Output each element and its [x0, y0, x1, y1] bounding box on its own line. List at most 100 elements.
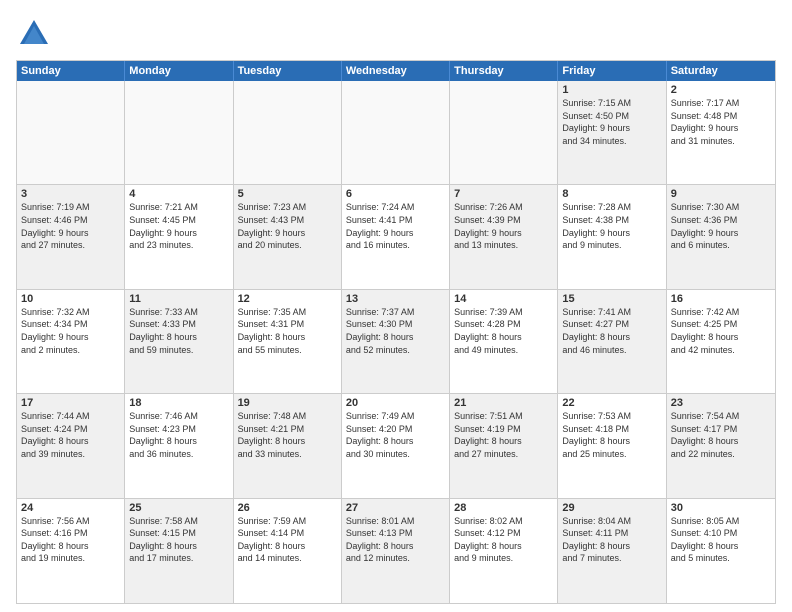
cal-cell-21: 21Sunrise: 7:51 AM Sunset: 4:19 PM Dayli…: [450, 394, 558, 497]
day-number: 1: [562, 84, 661, 96]
day-info: Sunrise: 7:33 AM Sunset: 4:33 PM Dayligh…: [129, 306, 228, 356]
cal-cell-9: 9Sunrise: 7:30 AM Sunset: 4:36 PM Daylig…: [667, 185, 775, 288]
cal-cell-2: 2Sunrise: 7:17 AM Sunset: 4:48 PM Daylig…: [667, 81, 775, 184]
day-info: Sunrise: 8:01 AM Sunset: 4:13 PM Dayligh…: [346, 515, 445, 565]
week-row-4: 24Sunrise: 7:56 AM Sunset: 4:16 PM Dayli…: [17, 499, 775, 603]
cal-cell-23: 23Sunrise: 7:54 AM Sunset: 4:17 PM Dayli…: [667, 394, 775, 497]
cal-cell-18: 18Sunrise: 7:46 AM Sunset: 4:23 PM Dayli…: [125, 394, 233, 497]
cal-cell-28: 28Sunrise: 8:02 AM Sunset: 4:12 PM Dayli…: [450, 499, 558, 603]
header-day-wednesday: Wednesday: [342, 61, 450, 81]
day-number: 14: [454, 293, 553, 305]
day-info: Sunrise: 7:23 AM Sunset: 4:43 PM Dayligh…: [238, 201, 337, 251]
header-day-monday: Monday: [125, 61, 233, 81]
day-info: Sunrise: 7:54 AM Sunset: 4:17 PM Dayligh…: [671, 410, 771, 460]
cal-cell-14: 14Sunrise: 7:39 AM Sunset: 4:28 PM Dayli…: [450, 290, 558, 393]
cal-cell-6: 6Sunrise: 7:24 AM Sunset: 4:41 PM Daylig…: [342, 185, 450, 288]
day-number: 27: [346, 502, 445, 514]
day-info: Sunrise: 8:05 AM Sunset: 4:10 PM Dayligh…: [671, 515, 771, 565]
day-info: Sunrise: 7:32 AM Sunset: 4:34 PM Dayligh…: [21, 306, 120, 356]
day-info: Sunrise: 7:37 AM Sunset: 4:30 PM Dayligh…: [346, 306, 445, 356]
day-number: 30: [671, 502, 771, 514]
calendar-body: 1Sunrise: 7:15 AM Sunset: 4:50 PM Daylig…: [17, 81, 775, 603]
day-number: 22: [562, 397, 661, 409]
day-number: 16: [671, 293, 771, 305]
day-number: 21: [454, 397, 553, 409]
day-number: 5: [238, 188, 337, 200]
day-number: 8: [562, 188, 661, 200]
week-row-3: 17Sunrise: 7:44 AM Sunset: 4:24 PM Dayli…: [17, 394, 775, 498]
day-info: Sunrise: 7:15 AM Sunset: 4:50 PM Dayligh…: [562, 97, 661, 147]
cal-cell-4: 4Sunrise: 7:21 AM Sunset: 4:45 PM Daylig…: [125, 185, 233, 288]
day-info: Sunrise: 7:48 AM Sunset: 4:21 PM Dayligh…: [238, 410, 337, 460]
day-number: 28: [454, 502, 553, 514]
cal-cell-16: 16Sunrise: 7:42 AM Sunset: 4:25 PM Dayli…: [667, 290, 775, 393]
day-number: 18: [129, 397, 228, 409]
day-number: 9: [671, 188, 771, 200]
logo-icon: [16, 16, 52, 52]
header-day-sunday: Sunday: [17, 61, 125, 81]
day-number: 17: [21, 397, 120, 409]
week-row-0: 1Sunrise: 7:15 AM Sunset: 4:50 PM Daylig…: [17, 81, 775, 185]
day-info: Sunrise: 7:53 AM Sunset: 4:18 PM Dayligh…: [562, 410, 661, 460]
cal-cell-17: 17Sunrise: 7:44 AM Sunset: 4:24 PM Dayli…: [17, 394, 125, 497]
cal-cell-7: 7Sunrise: 7:26 AM Sunset: 4:39 PM Daylig…: [450, 185, 558, 288]
header-day-saturday: Saturday: [667, 61, 775, 81]
week-row-1: 3Sunrise: 7:19 AM Sunset: 4:46 PM Daylig…: [17, 185, 775, 289]
cal-cell-empty-2: [234, 81, 342, 184]
day-info: Sunrise: 7:19 AM Sunset: 4:46 PM Dayligh…: [21, 201, 120, 251]
day-number: 23: [671, 397, 771, 409]
day-info: Sunrise: 7:35 AM Sunset: 4:31 PM Dayligh…: [238, 306, 337, 356]
header-day-thursday: Thursday: [450, 61, 558, 81]
cal-cell-5: 5Sunrise: 7:23 AM Sunset: 4:43 PM Daylig…: [234, 185, 342, 288]
day-number: 7: [454, 188, 553, 200]
cal-cell-empty-3: [342, 81, 450, 184]
logo: [16, 16, 56, 52]
week-row-2: 10Sunrise: 7:32 AM Sunset: 4:34 PM Dayli…: [17, 290, 775, 394]
day-number: 2: [671, 84, 771, 96]
day-number: 24: [21, 502, 120, 514]
day-info: Sunrise: 7:26 AM Sunset: 4:39 PM Dayligh…: [454, 201, 553, 251]
day-info: Sunrise: 8:02 AM Sunset: 4:12 PM Dayligh…: [454, 515, 553, 565]
day-info: Sunrise: 7:46 AM Sunset: 4:23 PM Dayligh…: [129, 410, 228, 460]
day-info: Sunrise: 7:42 AM Sunset: 4:25 PM Dayligh…: [671, 306, 771, 356]
day-info: Sunrise: 7:30 AM Sunset: 4:36 PM Dayligh…: [671, 201, 771, 251]
cal-cell-22: 22Sunrise: 7:53 AM Sunset: 4:18 PM Dayli…: [558, 394, 666, 497]
day-number: 26: [238, 502, 337, 514]
calendar: SundayMondayTuesdayWednesdayThursdayFrid…: [16, 60, 776, 604]
header: [16, 16, 776, 52]
cal-cell-13: 13Sunrise: 7:37 AM Sunset: 4:30 PM Dayli…: [342, 290, 450, 393]
day-info: Sunrise: 7:51 AM Sunset: 4:19 PM Dayligh…: [454, 410, 553, 460]
cal-cell-26: 26Sunrise: 7:59 AM Sunset: 4:14 PM Dayli…: [234, 499, 342, 603]
day-number: 6: [346, 188, 445, 200]
day-number: 19: [238, 397, 337, 409]
cal-cell-29: 29Sunrise: 8:04 AM Sunset: 4:11 PM Dayli…: [558, 499, 666, 603]
cal-cell-20: 20Sunrise: 7:49 AM Sunset: 4:20 PM Dayli…: [342, 394, 450, 497]
header-day-tuesday: Tuesday: [234, 61, 342, 81]
day-number: 4: [129, 188, 228, 200]
day-info: Sunrise: 7:28 AM Sunset: 4:38 PM Dayligh…: [562, 201, 661, 251]
day-number: 3: [21, 188, 120, 200]
day-info: Sunrise: 8:04 AM Sunset: 4:11 PM Dayligh…: [562, 515, 661, 565]
cal-cell-27: 27Sunrise: 8:01 AM Sunset: 4:13 PM Dayli…: [342, 499, 450, 603]
day-number: 11: [129, 293, 228, 305]
calendar-header: SundayMondayTuesdayWednesdayThursdayFrid…: [17, 61, 775, 81]
day-info: Sunrise: 7:49 AM Sunset: 4:20 PM Dayligh…: [346, 410, 445, 460]
cal-cell-25: 25Sunrise: 7:58 AM Sunset: 4:15 PM Dayli…: [125, 499, 233, 603]
day-info: Sunrise: 7:56 AM Sunset: 4:16 PM Dayligh…: [21, 515, 120, 565]
day-info: Sunrise: 7:44 AM Sunset: 4:24 PM Dayligh…: [21, 410, 120, 460]
cal-cell-30: 30Sunrise: 8:05 AM Sunset: 4:10 PM Dayli…: [667, 499, 775, 603]
cal-cell-19: 19Sunrise: 7:48 AM Sunset: 4:21 PM Dayli…: [234, 394, 342, 497]
day-number: 20: [346, 397, 445, 409]
day-info: Sunrise: 7:59 AM Sunset: 4:14 PM Dayligh…: [238, 515, 337, 565]
page: SundayMondayTuesdayWednesdayThursdayFrid…: [0, 0, 792, 612]
cal-cell-15: 15Sunrise: 7:41 AM Sunset: 4:27 PM Dayli…: [558, 290, 666, 393]
day-number: 25: [129, 502, 228, 514]
day-number: 15: [562, 293, 661, 305]
day-info: Sunrise: 7:21 AM Sunset: 4:45 PM Dayligh…: [129, 201, 228, 251]
day-number: 10: [21, 293, 120, 305]
cal-cell-24: 24Sunrise: 7:56 AM Sunset: 4:16 PM Dayli…: [17, 499, 125, 603]
cal-cell-12: 12Sunrise: 7:35 AM Sunset: 4:31 PM Dayli…: [234, 290, 342, 393]
cal-cell-empty-4: [450, 81, 558, 184]
header-day-friday: Friday: [558, 61, 666, 81]
cal-cell-8: 8Sunrise: 7:28 AM Sunset: 4:38 PM Daylig…: [558, 185, 666, 288]
